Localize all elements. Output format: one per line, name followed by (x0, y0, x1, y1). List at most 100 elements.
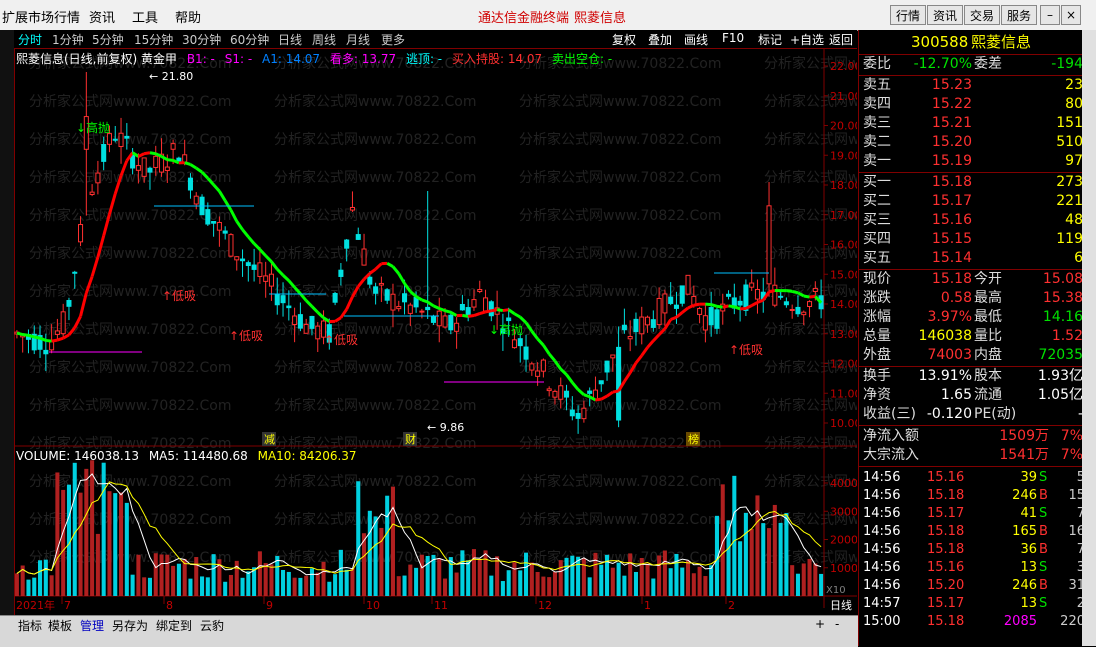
menu-help[interactable]: 帮助 (175, 7, 201, 26)
volume-bar (345, 570, 349, 596)
row-value-2: 1.93亿 (1038, 367, 1083, 386)
menu-extended-market[interactable]: 扩展市场行情 (2, 7, 80, 26)
tick-row: 14:5615.1639S5 (859, 469, 1087, 487)
service-button[interactable]: 服务 (1001, 5, 1037, 25)
tab-monthly[interactable]: 月线 (346, 31, 370, 48)
candle-body (264, 276, 268, 281)
zoom-out-button[interactable]: - (835, 617, 839, 631)
watermark-text: 分析家公式网www.70822.Com (274, 359, 476, 376)
candle-body (217, 222, 221, 230)
f10-button[interactable]: F10 (722, 31, 744, 45)
minimize-icon[interactable]: – (1040, 5, 1060, 25)
quotes-button[interactable]: 行情 (890, 5, 926, 25)
tick-direction: B (1039, 541, 1048, 559)
row-value: 15.16 (932, 211, 972, 230)
trade-button[interactable]: 交易 (964, 5, 1000, 25)
menu-tools[interactable]: 工具 (132, 7, 158, 26)
candle-body (431, 316, 435, 322)
ma-line-segment (723, 306, 729, 307)
overlay-button[interactable]: 叠加 (648, 31, 672, 48)
candle-body (102, 145, 106, 162)
volume-bar (142, 577, 146, 596)
volume-bar (460, 550, 464, 596)
month-label: 2 (728, 599, 735, 612)
kline-chart[interactable]: 分析家公式网www.70822.Com分析家公式网www.70822.Com分析… (14, 48, 857, 615)
candle-body (813, 288, 817, 291)
a1-value: A1: 14.07 (262, 52, 320, 66)
flow-percent: 7% (1061, 446, 1083, 465)
ma-line-segment (266, 256, 272, 262)
tab-15min[interactable]: 15分钟 (134, 31, 173, 48)
ask-row: 卖一15.1997 (859, 152, 1087, 171)
volume-bar (183, 559, 187, 596)
tab-60min[interactable]: 60分钟 (230, 31, 269, 48)
row-value: 0.58 (941, 289, 972, 308)
volume-bar (188, 579, 192, 596)
ma-line-segment (57, 338, 63, 340)
tab-1min[interactable]: 1分钟 (52, 31, 84, 48)
ma-line-segment (474, 314, 480, 316)
tab-cloud[interactable]: 云豹 (200, 617, 224, 634)
weicha-label: 委差 (974, 55, 1002, 74)
volume-bar (32, 578, 36, 596)
news-button[interactable]: 资讯 (927, 5, 963, 25)
candle-body (397, 307, 401, 309)
row-label: 换手 (863, 367, 891, 386)
row-label: 卖三 (863, 114, 891, 133)
menu-news[interactable]: 资讯 (89, 7, 115, 26)
buy-signal-label: ↑低吸 (229, 329, 263, 343)
tab-5min[interactable]: 5分钟 (92, 31, 124, 48)
tab-save-as[interactable]: 另存为 (112, 617, 148, 634)
stock-code: 300588 (911, 31, 968, 53)
candle-body (559, 386, 563, 400)
ma-line-segment (422, 300, 428, 302)
tick-price: 15.16 (927, 559, 964, 577)
ma-line-segment (23, 335, 29, 336)
volume-bar (26, 580, 30, 596)
row-value: 15.22 (932, 95, 972, 114)
candle-body (269, 274, 273, 286)
volume-bar (397, 576, 401, 596)
volume-bar (177, 564, 181, 596)
tick-direction: S (1039, 595, 1047, 613)
adjust-button[interactable]: 复权 (612, 31, 636, 48)
volume-bar (391, 487, 395, 596)
candle-body (669, 297, 673, 303)
close-icon[interactable]: × (1061, 5, 1081, 25)
zoom-in-button[interactable]: + (815, 617, 825, 631)
volume-bar (107, 491, 111, 596)
tab-indicator[interactable]: 指标 (18, 617, 42, 634)
tab-more[interactable]: 更多 (381, 31, 405, 48)
candle-body (148, 168, 152, 172)
tab-daily[interactable]: 日线 (278, 31, 302, 48)
tab-30min[interactable]: 30分钟 (182, 31, 221, 48)
candle-body (79, 225, 83, 242)
scrollbar[interactable] (1082, 30, 1096, 646)
row-label-2: 最低 (974, 308, 1002, 327)
chart-area[interactable]: 分析家公式网www.70822.Com分析家公式网www.70822.Com分析… (14, 48, 857, 615)
tab-weekly[interactable]: 周线 (312, 31, 336, 48)
back-button[interactable]: 返回 (829, 31, 853, 48)
volume-bar (495, 556, 499, 596)
candle-body (379, 283, 383, 285)
weibi-value: -12.70% (914, 55, 972, 74)
tab-intraday[interactable]: 分时 (18, 31, 42, 48)
tab-template[interactable]: 模板 (48, 617, 72, 634)
candle-body (246, 263, 250, 266)
ma-line-segment (607, 392, 613, 396)
tick-direction: S (1039, 559, 1047, 577)
ma-line-segment (503, 310, 509, 311)
ma-line-segment (260, 249, 266, 255)
candle-body (478, 289, 482, 291)
tab-bind-to[interactable]: 绑定到 (156, 617, 192, 634)
tick-price: 15.18 (927, 487, 964, 505)
draw-button[interactable]: 画线 (684, 31, 708, 48)
ma-line-segment (729, 306, 735, 307)
candle-body (507, 318, 511, 321)
volume-bar (761, 523, 765, 596)
mark-button[interactable]: 标记 (758, 31, 782, 48)
add-watchlist-button[interactable]: +自选 (790, 31, 824, 48)
watermark-text: 分析家公式网www.70822.Com (29, 359, 231, 376)
volume-bar (524, 553, 528, 596)
tab-manage[interactable]: 管理 (80, 617, 104, 634)
